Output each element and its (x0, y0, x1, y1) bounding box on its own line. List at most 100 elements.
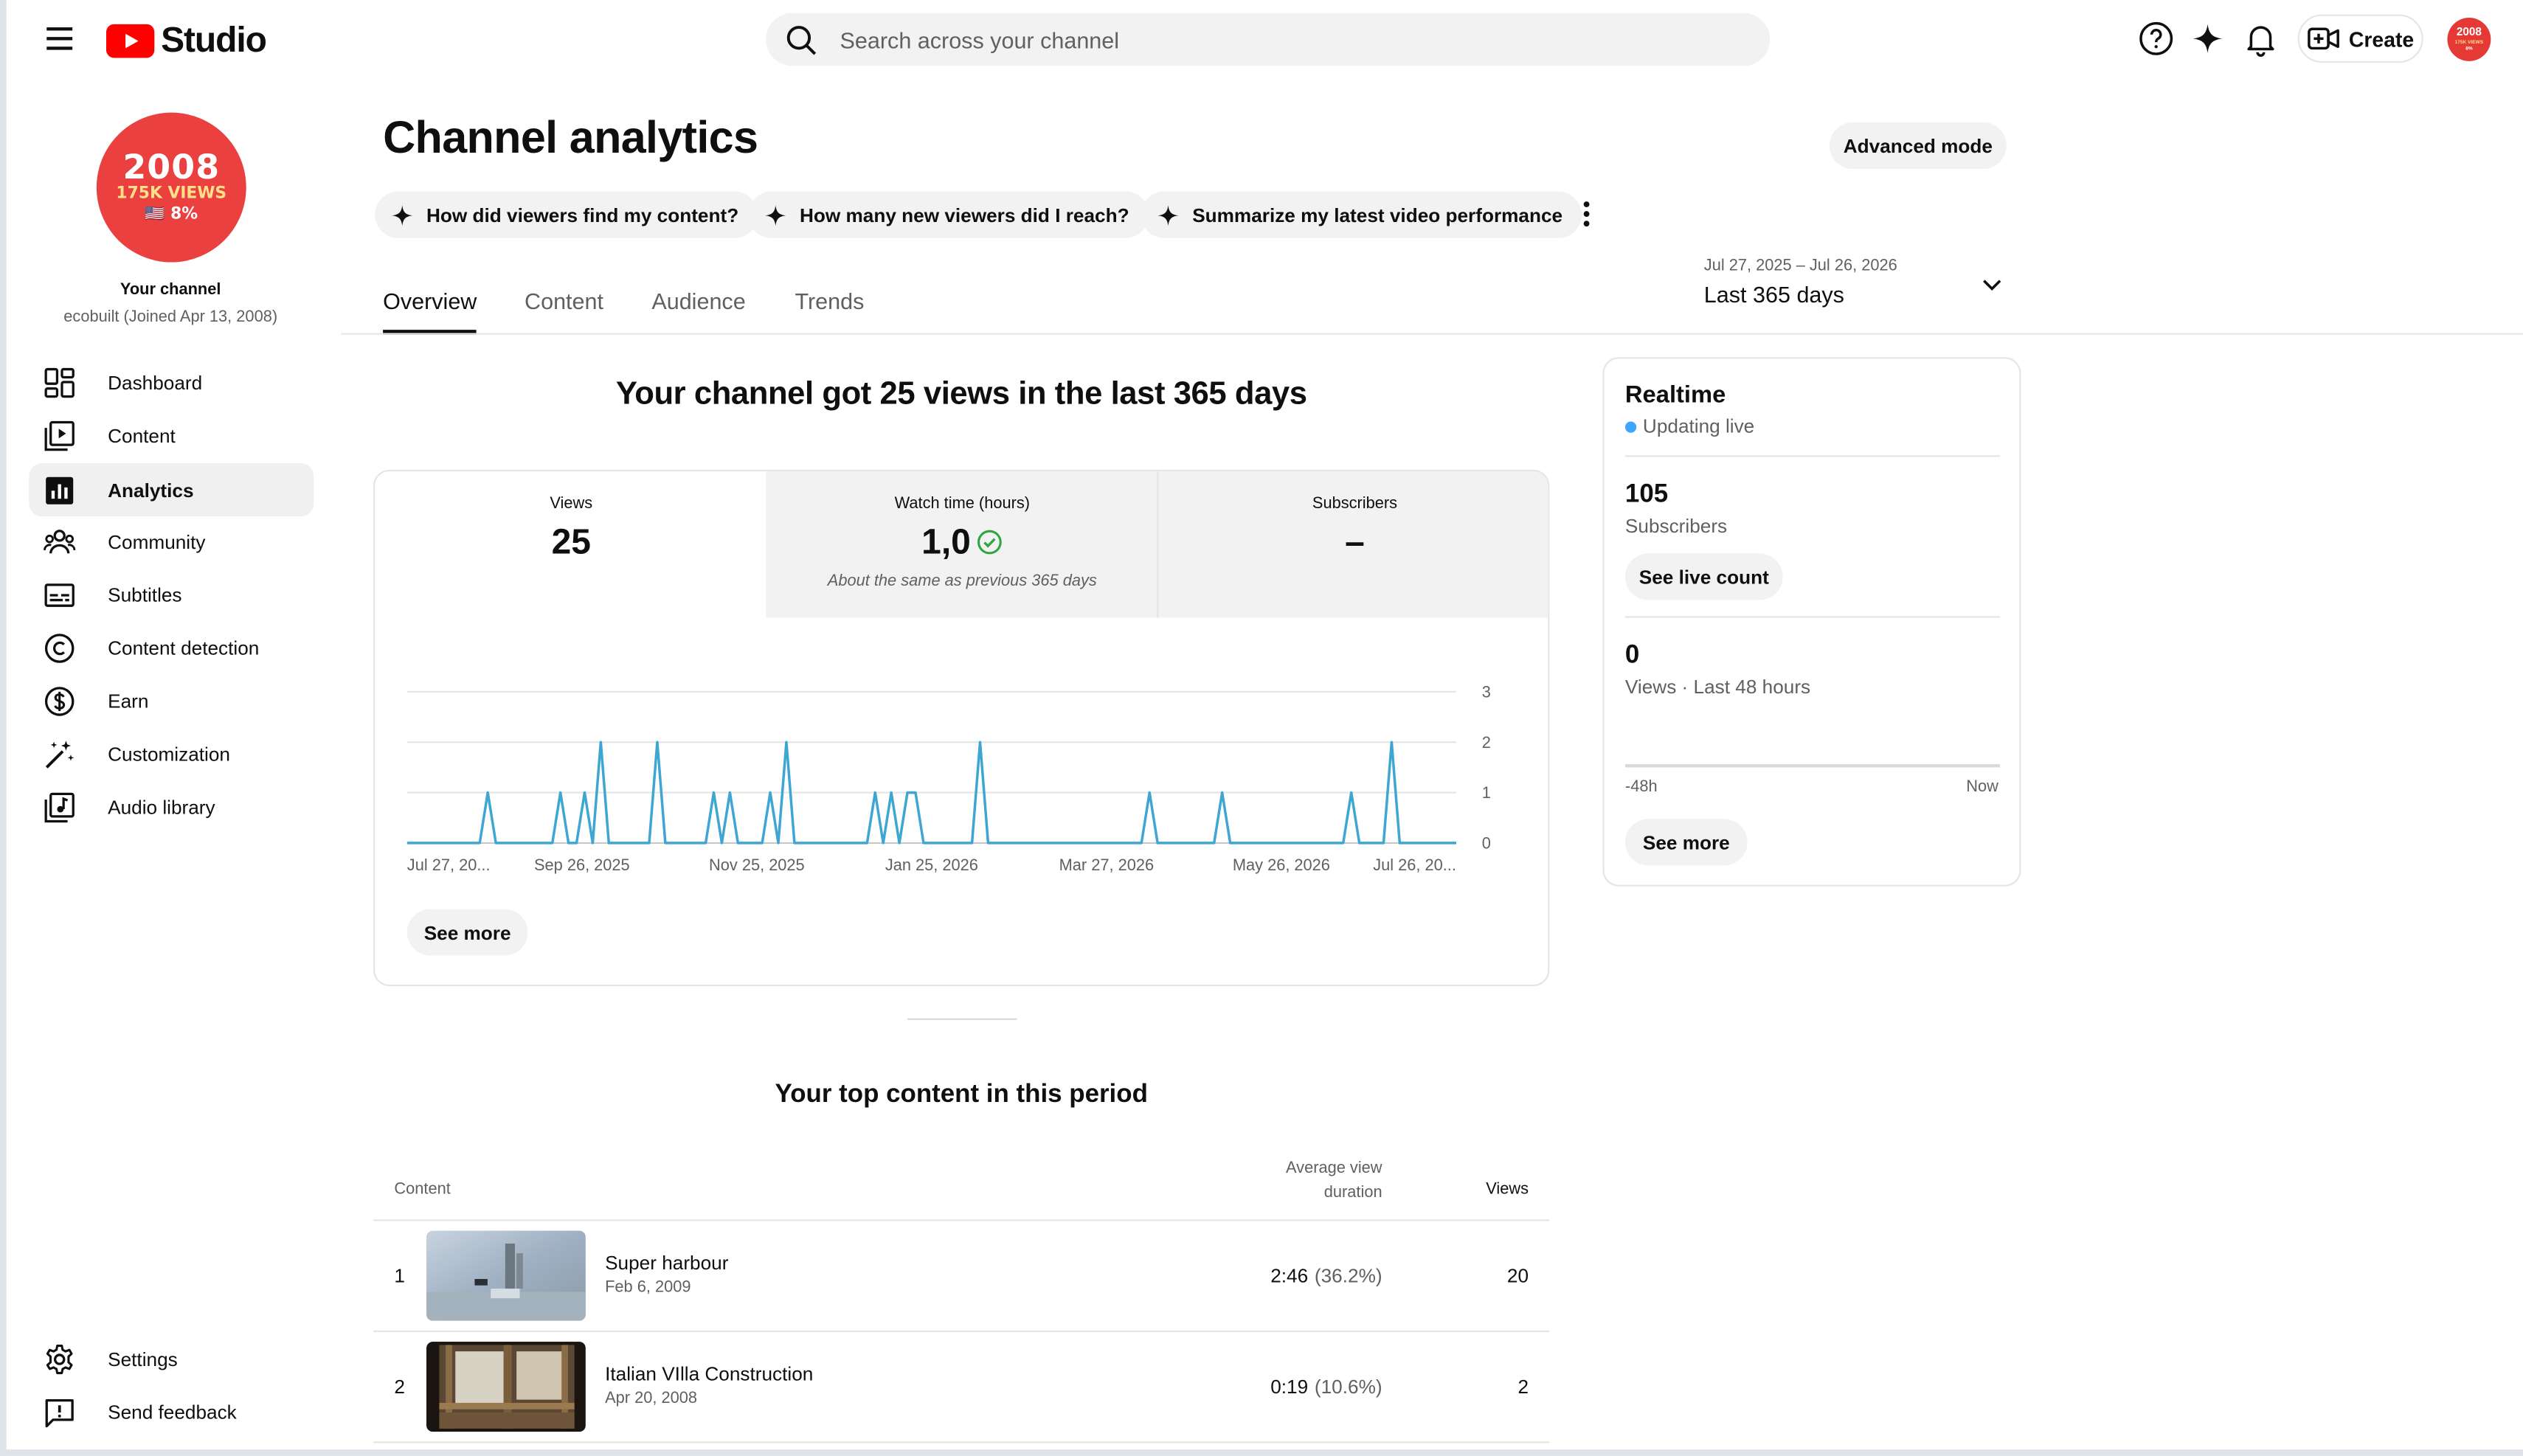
divider (1624, 455, 2001, 457)
column-header-views[interactable]: Views (1448, 1181, 1529, 1199)
sidebar-item-community[interactable]: Community (29, 515, 314, 568)
table-row[interactable]: 1 Super harbour Feb 6, 2009 2:46 (36.2%) … (373, 1221, 1549, 1330)
advanced-mode-button[interactable]: Advanced mode (1829, 122, 2007, 170)
sidebar-item-label: Settings (108, 1347, 178, 1370)
page-title: Channel analytics (383, 112, 758, 163)
video-thumbnail[interactable] (426, 1230, 586, 1321)
create-label: Create (2348, 26, 2415, 51)
search-icon (786, 25, 817, 55)
realtime-status: Updating live (1624, 415, 1754, 437)
sidebar-item-audio-library[interactable]: Audio library (29, 780, 314, 833)
sidebar-item-label: Content detection (108, 636, 260, 659)
realtime-card: Realtime Updating live 105 Subscribers S… (1602, 357, 2021, 887)
search-input[interactable] (840, 26, 1741, 52)
create-button[interactable]: Create (2297, 14, 2423, 63)
sparkle-icon[interactable] (2188, 19, 2226, 58)
realtime-see-more-button[interactable]: See more (1624, 819, 1748, 866)
sidebar-item-dashboard[interactable]: Dashboard (29, 356, 314, 409)
overview-card: Views 25 Watch time (hours) 1,0 About th… (373, 469, 1550, 987)
analytics-headline: Your channel got 25 views in the last 36… (615, 376, 1307, 412)
y-tick-label: 2 (1482, 733, 1491, 752)
realtime-subscribers-label: Subscribers (1624, 514, 1728, 538)
metric-label: Views (550, 495, 593, 513)
video-title[interactable]: Italian VIlla Construction (605, 1362, 813, 1385)
sidebar-item-label: Analytics (108, 478, 194, 502)
tab-content[interactable]: Content (525, 288, 603, 334)
channel-avatar-line-3: 🇺🇸 8% (145, 205, 198, 223)
ai-suggestion-chip-2[interactable]: How many new viewers did I reach? (748, 191, 1149, 238)
logo-text: Studio (161, 19, 267, 60)
chip-label: How many new viewers did I reach? (800, 203, 1129, 226)
live-dot-icon (1624, 420, 1637, 432)
dashboard-icon (44, 367, 75, 398)
x-tick-label: May 26, 2026 (1233, 856, 1330, 874)
sidebar-item-subtitles[interactable]: Subtitles (29, 568, 314, 621)
duration-value: 2:46 (1270, 1264, 1309, 1287)
studio-logo[interactable]: Studio (105, 19, 267, 61)
realtime-title: Realtime (1624, 381, 1726, 409)
avg-view-duration: 2:46 (36.2%) (1221, 1264, 1382, 1287)
sidebar-item-label: Send feedback (108, 1400, 237, 1424)
metric-note: About the same as previous 365 days (827, 572, 1097, 591)
community-icon (44, 529, 76, 553)
hamburger-menu-icon[interactable] (42, 23, 77, 55)
channel-joined-label: ecobuilt (Joined Apr 13, 2008) (63, 308, 278, 327)
analytics-icon (46, 476, 74, 504)
tabs-divider (341, 333, 2523, 335)
sidebar-item-content-detection[interactable]: Content detection (29, 621, 314, 674)
studio-app: Studio Create 2008 175K VIEWS 8% 2008 17… (0, 0, 2523, 1456)
video-thumbnail[interactable] (426, 1342, 586, 1432)
help-icon[interactable] (2137, 19, 2176, 58)
row-rank: 1 (394, 1264, 405, 1287)
magic-wand-icon (45, 740, 75, 768)
channel-avatar[interactable]: 2008 175K VIEWS 🇺🇸 8% (96, 112, 246, 263)
chip-label: How did viewers find my content? (426, 203, 739, 226)
ai-suggestion-chip-1[interactable]: How did viewers find my content? (375, 191, 758, 238)
search-bar[interactable] (766, 13, 1771, 66)
realtime-views-label: Views · Last 48 hours (1624, 676, 1811, 698)
sidebar-item-content[interactable]: Content (29, 409, 314, 462)
duration-percent: (36.2%) (1314, 1264, 1382, 1287)
video-title[interactable]: Super harbour (605, 1252, 728, 1275)
realtime-axis-right: Now (1966, 778, 1998, 797)
subtitles-icon (44, 583, 75, 606)
sidebar-item-send-feedback[interactable]: Send feedback (29, 1385, 314, 1438)
video-add-icon (2307, 27, 2339, 50)
notifications-bell-icon[interactable] (2241, 19, 2280, 58)
tab-trends[interactable]: Trends (795, 288, 864, 334)
sparkle-icon (1157, 204, 1179, 226)
date-range-picker[interactable]: Jul 27, 2025 – Jul 26, 2026 Last 365 day… (1704, 257, 2004, 316)
row-divider (373, 1441, 1550, 1443)
ai-suggestion-chip-3[interactable]: Summarize my latest video performance (1141, 191, 1582, 238)
column-header-duration[interactable]: Average view duration (1221, 1157, 1382, 1204)
avatar-small-line-2: 175K VIEWS (2454, 38, 2484, 46)
avg-view-duration: 0:19 (10.6%) (1221, 1376, 1382, 1398)
realtime-axis-left: -48h (1624, 778, 1658, 797)
metric-value: 25 (551, 521, 591, 562)
table-row[interactable]: 2 Italian VIlla Construction Apr 20, 200… (373, 1332, 1549, 1441)
see-live-count-button[interactable]: See live count (1624, 553, 1783, 600)
x-tick-label: Nov 25, 2025 (709, 856, 805, 874)
channel-avatar-line-2: 175K VIEWS (116, 184, 227, 202)
see-more-button[interactable]: See more (406, 909, 528, 956)
metric-value: 1,0 (921, 521, 971, 562)
sidebar-item-analytics[interactable]: Analytics (29, 463, 314, 517)
sidebar-item-earn[interactable]: Earn (29, 674, 314, 727)
sidebar-item-label: Subtitles (108, 583, 182, 606)
top-header: Studio Create 2008 175K VIEWS 8% (7, 0, 2523, 77)
video-date: Feb 6, 2009 (605, 1278, 691, 1297)
account-avatar[interactable]: 2008 175K VIEWS 8% (2447, 17, 2491, 61)
metric-watch-time[interactable]: Watch time (hours) 1,0 About the same as… (766, 471, 1159, 618)
dollar-icon (44, 686, 75, 715)
sidebar-item-settings[interactable]: Settings (29, 1332, 314, 1385)
realtime-views-value: 0 (1624, 642, 1640, 670)
sidebar-item-customization[interactable]: Customization (29, 727, 314, 780)
date-range-dates: Jul 27, 2025 – Jul 26, 2026 (1703, 257, 1897, 275)
tab-audience[interactable]: Audience (651, 288, 745, 334)
more-vert-icon[interactable] (1574, 196, 1599, 232)
x-tick-label: Jul 27, 20... (407, 856, 491, 874)
metric-views[interactable]: Views 25 (375, 471, 767, 617)
content-icon (44, 420, 75, 451)
tab-overview[interactable]: Overview (383, 288, 477, 335)
metric-subscribers[interactable]: Subscribers – (1158, 471, 1548, 618)
